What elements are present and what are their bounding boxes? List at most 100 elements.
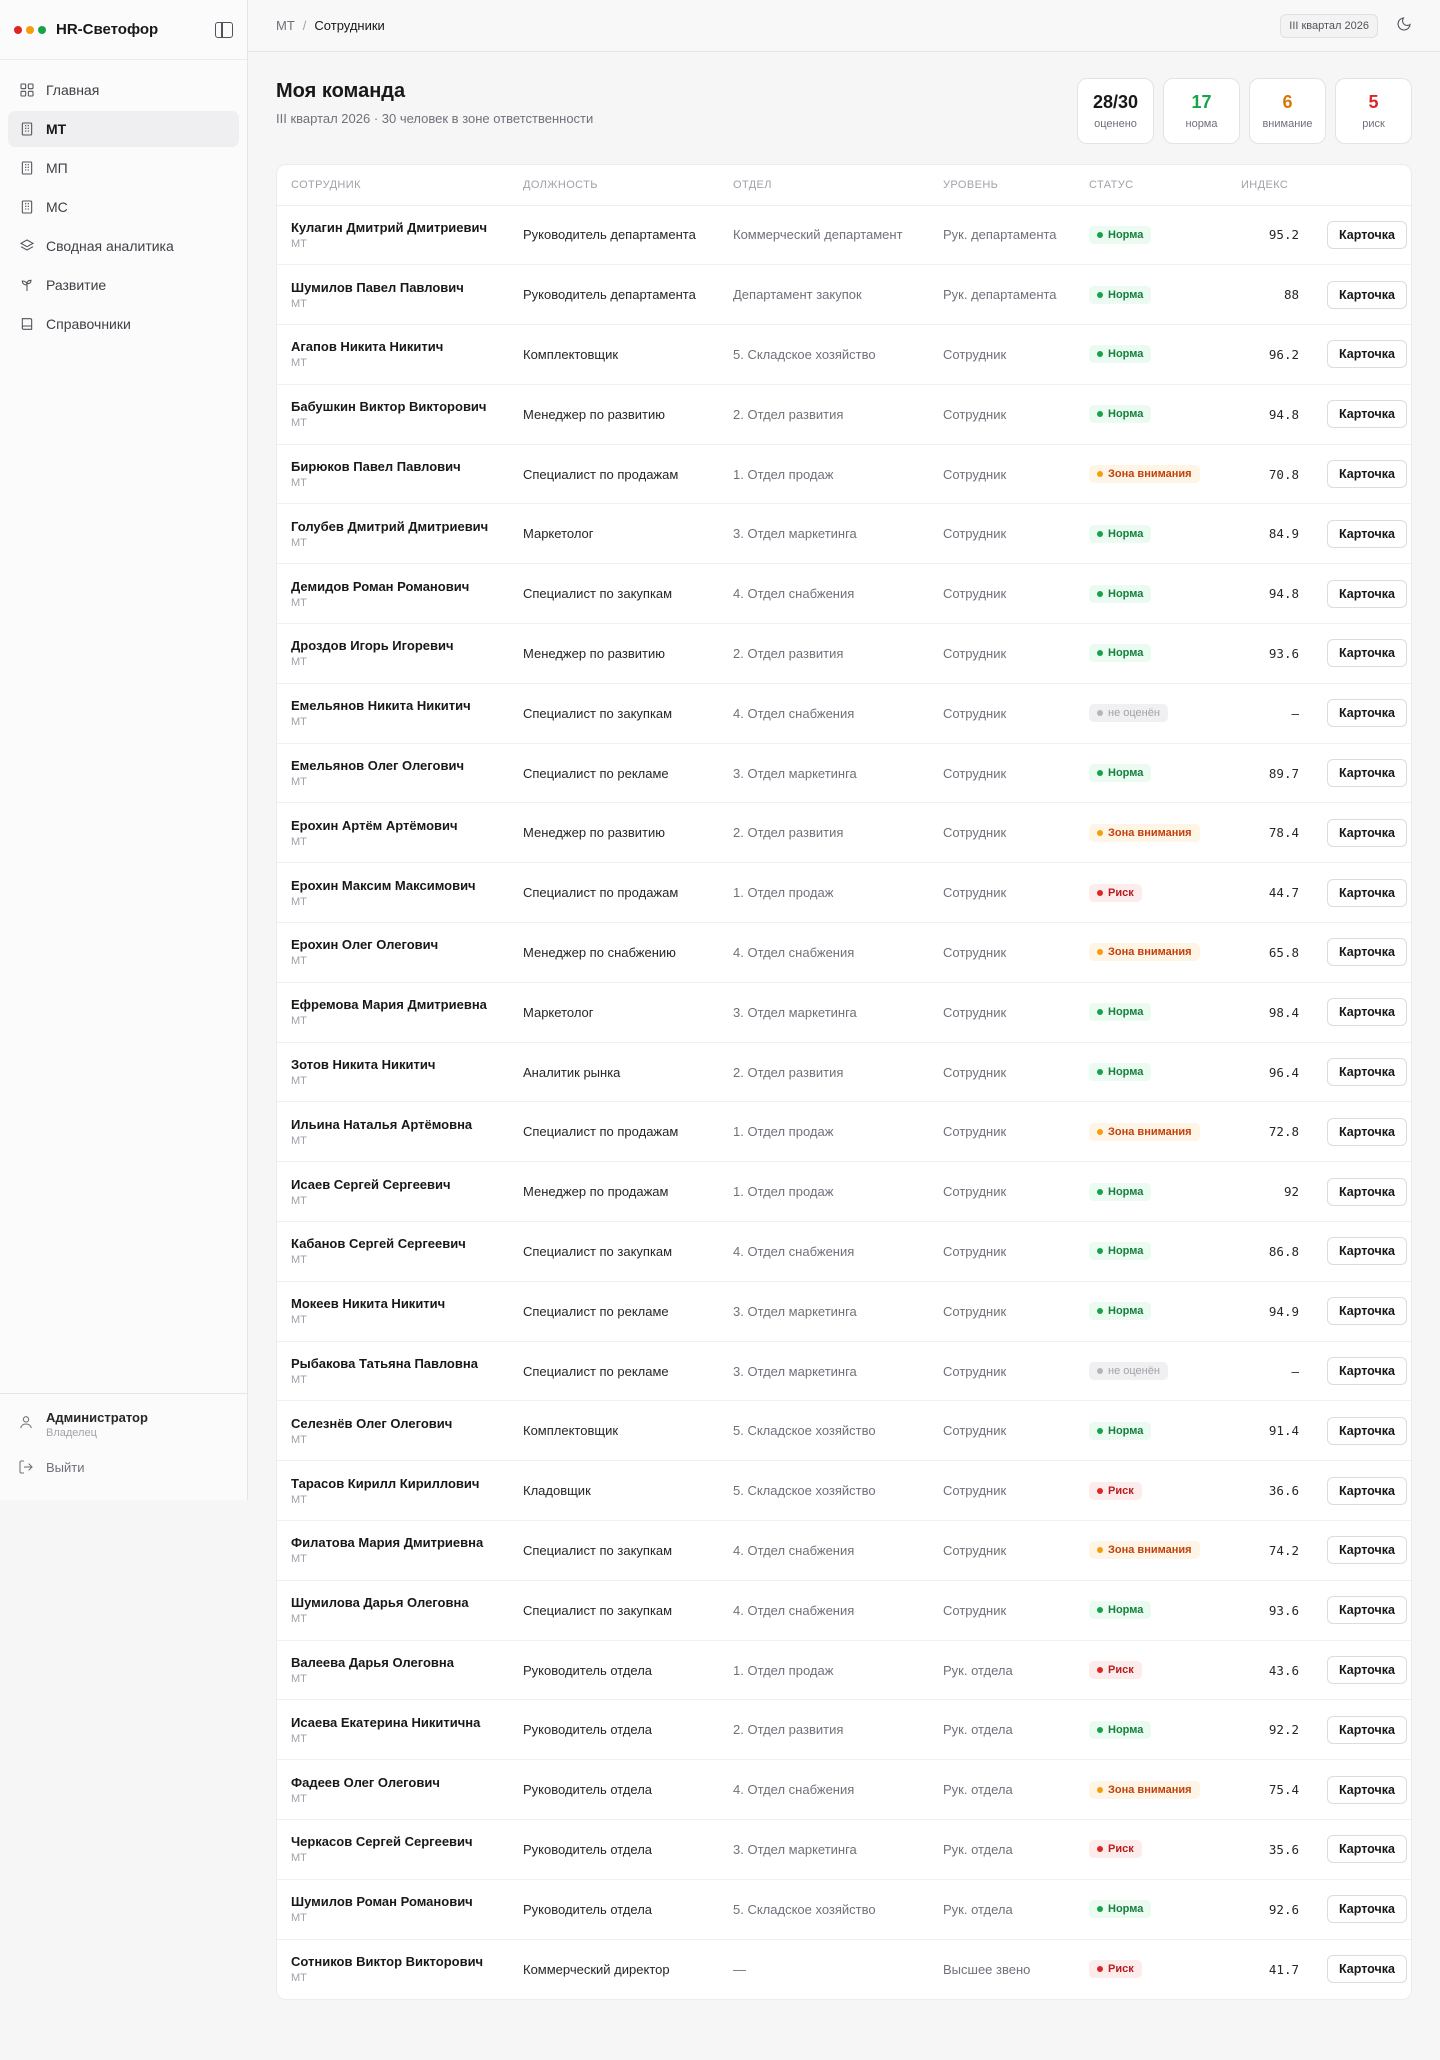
- employee-card-button[interactable]: Карточка: [1327, 699, 1407, 728]
- employee-card-button[interactable]: Карточка: [1327, 340, 1407, 369]
- sidebar-item-3[interactable]: МС: [8, 189, 239, 225]
- cell-position: Руководитель отдела: [509, 1640, 719, 1701]
- logout-button[interactable]: Выйти: [18, 1459, 229, 1475]
- logout-icon: [19, 1460, 33, 1474]
- status-dot: [1097, 1607, 1103, 1614]
- cell-position: Руководитель отдела: [509, 1879, 719, 1940]
- employee-card-button[interactable]: Карточка: [1327, 1955, 1407, 1984]
- employee-card-button[interactable]: Карточка: [1327, 818, 1407, 847]
- cell-status: Норма: [1075, 1042, 1227, 1103]
- cell-department: 2. Отдел развития: [719, 1042, 929, 1103]
- status-dot: [1097, 1726, 1103, 1733]
- employee-card-button[interactable]: Карточка: [1327, 1058, 1407, 1087]
- employee-card-button[interactable]: Карточка: [1327, 1476, 1407, 1505]
- employee-org: МТ: [291, 1553, 307, 1566]
- period-selector[interactable]: III квартал 2026: [1280, 13, 1378, 38]
- sidebar-item-0[interactable]: Главная: [8, 72, 239, 108]
- status-badge: Норма: [1089, 584, 1152, 603]
- user-profile[interactable]: Администратор Владелец: [18, 1410, 229, 1439]
- employee-card-button[interactable]: Карточка: [1327, 938, 1407, 967]
- status-badge: Норма: [1089, 285, 1152, 304]
- employee-card-button[interactable]: Карточка: [1327, 400, 1407, 429]
- employee-card-button[interactable]: Карточка: [1327, 1416, 1407, 1445]
- cell-index: 86.8: [1227, 1221, 1313, 1282]
- col-index[interactable]: ИНДЕКС: [1227, 165, 1313, 206]
- cell-position: Специалист по закупкам: [509, 1520, 719, 1581]
- employee-name: Валеева Дарья Олеговна: [291, 1655, 454, 1671]
- status-label: не оценён: [1108, 1365, 1160, 1378]
- employee-card-button[interactable]: Карточка: [1327, 1177, 1407, 1206]
- sidebar-item-1[interactable]: МТ: [8, 111, 239, 147]
- sidebar-item-4[interactable]: Сводная аналитика: [8, 228, 239, 264]
- status-label: Норма: [1108, 1424, 1144, 1437]
- status-badge: Риск: [1089, 883, 1142, 902]
- table-row: Кабанов Сергей Сергеевич МТ Специалист по …: [277, 1221, 1411, 1282]
- employee-card-button[interactable]: Карточка: [1327, 878, 1407, 907]
- employee-card-button[interactable]: Карточка: [1327, 280, 1407, 309]
- employee-card-button[interactable]: Карточка: [1327, 579, 1407, 608]
- cell-status: не оценён: [1075, 1341, 1227, 1402]
- sidebar-item-label: МС: [46, 199, 68, 215]
- table-row: Тарасов Кирилл Кириллович МТ Кладовщик 5. С…: [277, 1460, 1411, 1522]
- cell-employee: Агапов Никита Никитич МТ: [277, 324, 509, 385]
- sidebar-item-6[interactable]: Справочники: [8, 306, 239, 342]
- employee-card-button[interactable]: Карточка: [1327, 998, 1407, 1027]
- status-label: Зона внимания: [1108, 1783, 1192, 1796]
- sidebar: HR-Светофор Главная МТ МП МС Сводная аналити…: [0, 0, 248, 1500]
- cell-actions: Карточка: [1313, 1819, 1411, 1880]
- cell-level: Сотрудник: [929, 802, 1075, 864]
- employee-card-button[interactable]: Карточка: [1327, 1835, 1407, 1864]
- employee-card-button[interactable]: Карточка: [1327, 1297, 1407, 1326]
- employee-name: Кабанов Сергей Сергеевич: [291, 1236, 466, 1252]
- cell-status: Зона внимания: [1075, 1520, 1227, 1581]
- cell-position: Специалист по продажам: [509, 444, 719, 505]
- employee-card-button[interactable]: Карточка: [1327, 1357, 1407, 1386]
- employee-card-button[interactable]: Карточка: [1327, 1117, 1407, 1146]
- employee-card-button[interactable]: Карточка: [1327, 460, 1407, 489]
- cell-level: Сотрудник: [929, 324, 1075, 385]
- employee-card-button[interactable]: Карточка: [1327, 759, 1407, 788]
- employee-card-button[interactable]: Карточка: [1327, 1715, 1407, 1744]
- employee-card-button[interactable]: Карточка: [1327, 1895, 1407, 1924]
- table-row: Черкасов Сергей Сергеевич МТ Руководитель …: [277, 1819, 1411, 1880]
- breadcrumb-root[interactable]: МТ: [276, 18, 295, 33]
- col-status[interactable]: СТАТУС: [1075, 165, 1227, 206]
- stat-card-0: 28/30 оценено: [1077, 78, 1154, 144]
- theme-toggle[interactable]: [1396, 16, 1412, 35]
- col-position[interactable]: ДОЛЖНОСТЬ: [509, 165, 719, 206]
- cell-employee: Филатова Мария Дмитриевна МТ: [277, 1520, 509, 1581]
- employee-card-button[interactable]: Карточка: [1327, 1656, 1407, 1685]
- cell-position: Маркетолог: [509, 503, 719, 565]
- employee-card-button[interactable]: Карточка: [1327, 519, 1407, 548]
- status-dot: [1097, 1906, 1103, 1913]
- col-employee[interactable]: СОТРУДНИК: [277, 165, 509, 206]
- col-level[interactable]: УРОВЕНЬ: [929, 165, 1075, 206]
- employee-card-button[interactable]: Карточка: [1327, 1775, 1407, 1804]
- sidebar-item-2[interactable]: МП: [8, 150, 239, 186]
- employee-card-button[interactable]: Карточка: [1327, 1536, 1407, 1565]
- status-badge: Норма: [1089, 1182, 1152, 1201]
- cell-level: Рук. отдела: [929, 1759, 1075, 1821]
- cell-actions: Карточка: [1313, 563, 1411, 625]
- sidebar-toggle-icon[interactable]: [215, 21, 233, 38]
- status-badge: Норма: [1089, 1601, 1152, 1620]
- table-row: Ерохин Максим Максимович МТ Специалист по …: [277, 862, 1411, 924]
- employee-card-button[interactable]: Карточка: [1327, 220, 1407, 249]
- employee-org: МТ: [291, 1613, 307, 1626]
- cell-position: Аналитик рынка: [509, 1042, 719, 1103]
- sidebar-item-5[interactable]: Развитие: [8, 267, 239, 303]
- status-dot: [1097, 650, 1103, 657]
- employee-card-button[interactable]: Карточка: [1327, 1596, 1407, 1625]
- employee-name: Ерохин Максим Максимович: [291, 877, 476, 893]
- col-department[interactable]: ОТДЕЛ: [719, 165, 929, 206]
- employee-card-button[interactable]: Карточка: [1327, 639, 1407, 668]
- employee-card-button[interactable]: Карточка: [1327, 1237, 1407, 1266]
- cell-position: Коммерческий директор: [523, 1961, 670, 1977]
- table-row: Ильина Наталья Артёмовна МТ Специалист по …: [277, 1101, 1411, 1163]
- cell-actions: Карточка: [1313, 1281, 1411, 1342]
- employee-name: Исаева Екатерина Никитична: [291, 1714, 481, 1730]
- cell-position: Специалист по закупкам: [509, 563, 719, 625]
- status-badge: Зона внимания: [1089, 465, 1200, 484]
- table-row: Исаева Екатерина Никитична МТ Руководитель…: [277, 1699, 1411, 1761]
- cell-department: 3. Отдел маркетинга: [719, 743, 929, 804]
